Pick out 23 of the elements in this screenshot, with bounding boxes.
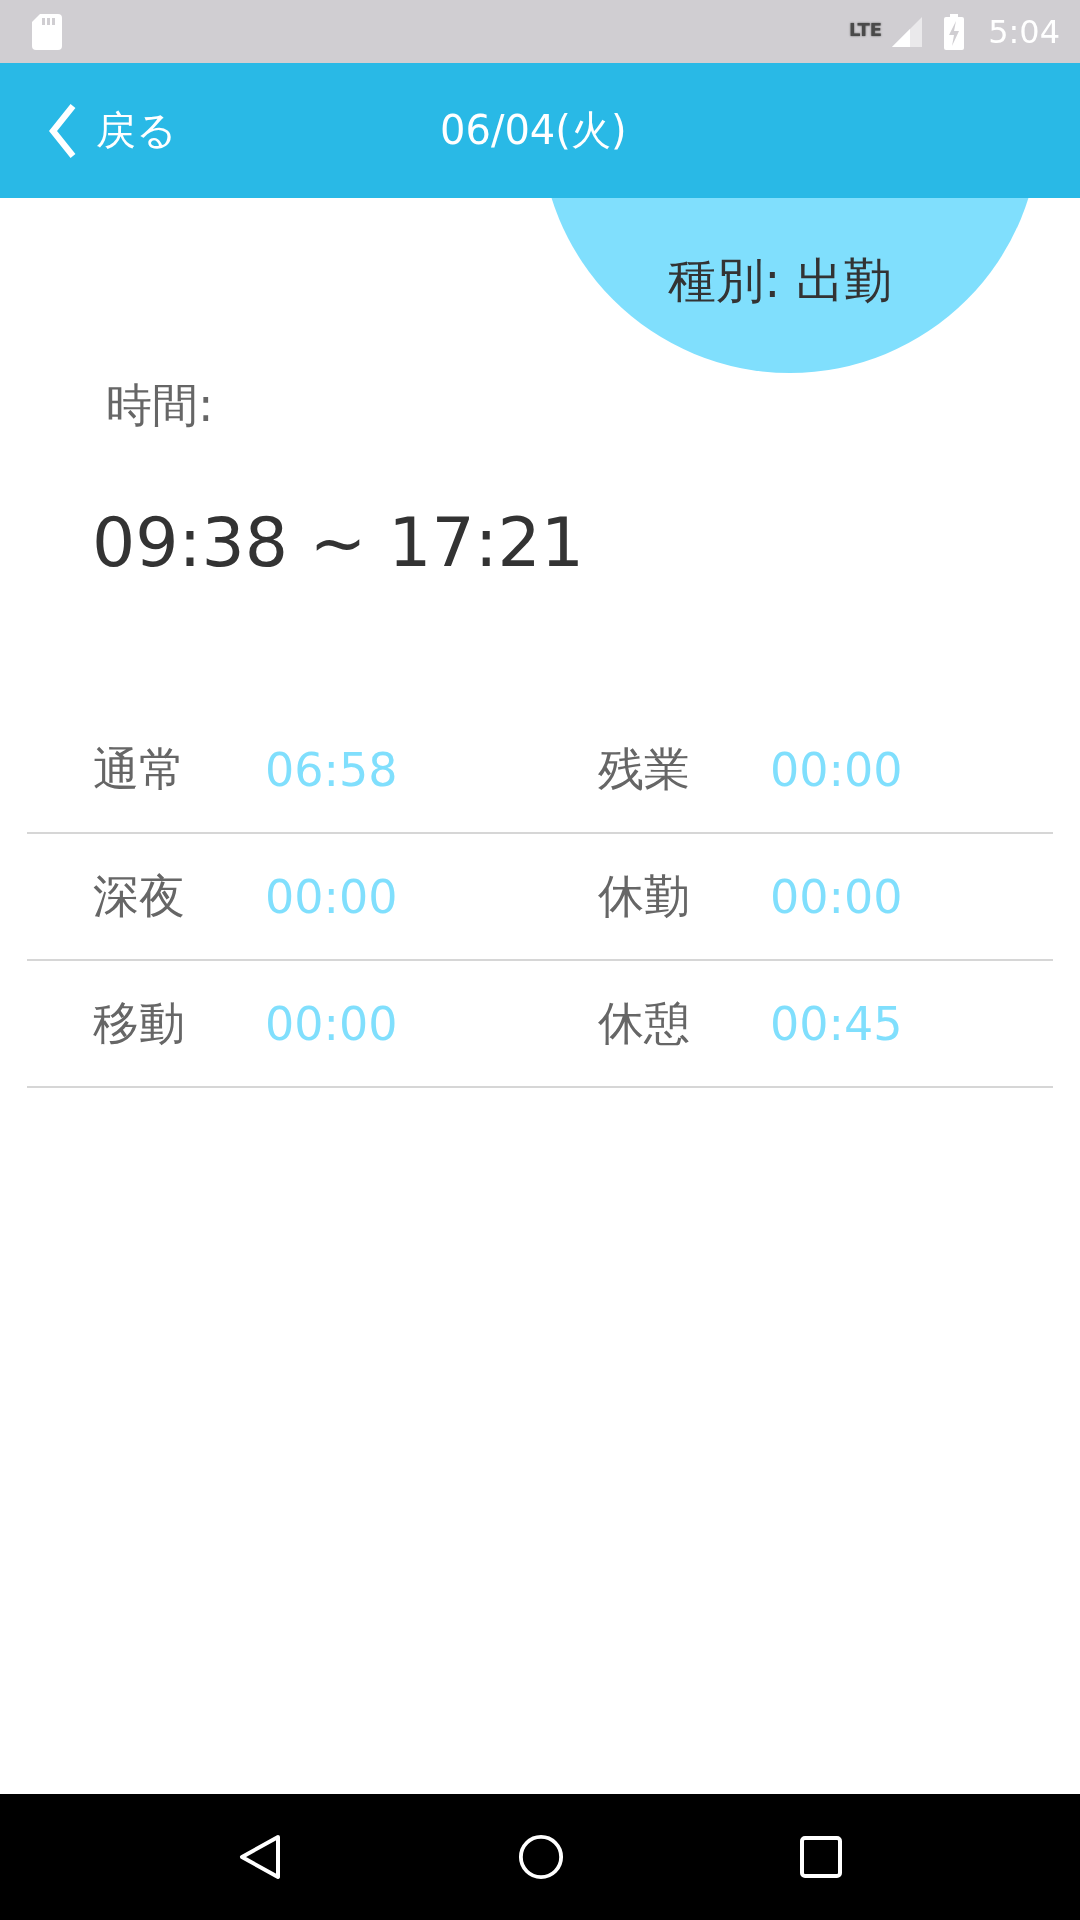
category-label: 深夜 [93,867,186,925]
home-icon[interactable] [518,1833,564,1881]
signal-icon [892,16,923,47]
battery-charging-icon [944,13,965,50]
category-label: 休憩 [598,994,691,1052]
network-label: LTE [849,18,883,40]
recents-icon[interactable] [798,1835,843,1879]
sd-card-icon [32,13,62,50]
category-label: 残業 [598,740,691,798]
header-title: 06/04(火) [440,106,627,155]
duration-value: 00:00 [265,869,398,924]
duration-value: 00:00 [265,996,398,1051]
back-button[interactable]: 戻る [0,100,177,161]
duration-value: 00:45 [770,996,903,1051]
duration-value: 00:00 [770,869,903,924]
duration-value: 06:58 [265,742,398,797]
category-label: 移動 [93,994,186,1052]
duration-value: 00:00 [770,742,903,797]
time-range: 09:38 ~ 17:21 [92,503,586,582]
category-label: 休勤 [598,867,691,925]
type-label: 種別: 出勤 [668,251,892,310]
time-label: 時間: [106,377,215,434]
category-label: 通常 [93,740,186,798]
